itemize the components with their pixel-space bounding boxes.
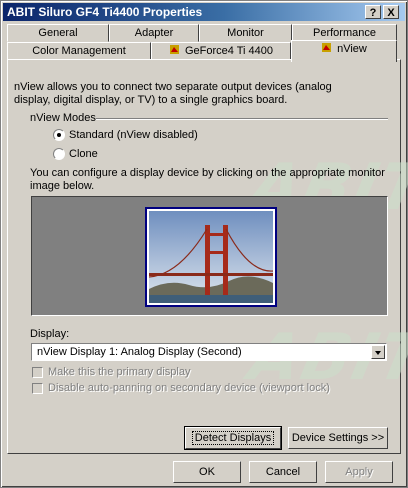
nvidia-icon xyxy=(169,45,179,54)
clone-radio-label[interactable]: Clone xyxy=(69,148,98,160)
monitor-preview-area xyxy=(31,196,388,316)
display-select-value: nView Display 1: Analog Display (Second) xyxy=(37,346,242,358)
configure-text-line1: You can configure a display device by cl… xyxy=(30,167,385,179)
modes-divider xyxy=(96,118,388,120)
device-settings-button[interactable]: Device Settings >> xyxy=(288,427,388,449)
apply-button[interactable]: Apply xyxy=(325,461,393,483)
primary-display-checkbox[interactable] xyxy=(32,367,43,378)
window-title: ABIT Siluro GF4 Ti4400 Properties xyxy=(7,5,203,19)
chevron-down-icon[interactable] xyxy=(371,345,385,359)
display-select[interactable]: nView Display 1: Analog Display (Second) xyxy=(31,343,387,361)
bridge-picture xyxy=(149,211,273,303)
tab-adapter[interactable]: Adapter xyxy=(109,24,199,42)
monitor-image[interactable] xyxy=(145,207,277,307)
tab-color-management[interactable]: Color Management xyxy=(7,42,151,60)
standard-radio[interactable] xyxy=(53,129,65,141)
tab-geforce-label: GeForce4 Ti 4400 xyxy=(184,45,274,57)
title-bar[interactable]: ABIT Siluro GF4 Ti4400 Properties ? X xyxy=(3,3,405,21)
intro-text-line2: display, digital display, or TV) to a si… xyxy=(14,94,288,106)
detect-displays-label: Detect Displays xyxy=(191,431,275,445)
autopan-label: Disable auto-panning on secondary device… xyxy=(48,382,330,394)
autopan-checkbox[interactable] xyxy=(32,383,43,394)
detect-displays-button[interactable]: Detect Displays xyxy=(184,426,282,450)
tab-monitor[interactable]: Monitor xyxy=(199,24,292,42)
tab-row-front: Color Management GeForce4 Ti 4400 nView xyxy=(7,40,401,62)
tab-nview[interactable]: nView xyxy=(291,40,397,62)
properties-window: ABIT Siluro GF4 Ti4400 Properties ? X Ge… xyxy=(0,0,408,488)
intro-text-line1: nView allows you to connect two separate… xyxy=(14,81,332,93)
help-button[interactable]: ? xyxy=(365,5,381,19)
clone-radio[interactable] xyxy=(53,148,65,160)
configure-text-line2: image below. xyxy=(30,180,95,192)
primary-display-label: Make this the primary display xyxy=(48,366,191,378)
close-button[interactable]: X xyxy=(383,5,399,19)
ok-button[interactable]: OK xyxy=(173,461,241,483)
tab-general[interactable]: General xyxy=(7,24,109,42)
display-label: Display: xyxy=(30,328,70,340)
tab-nview-label: nView xyxy=(337,43,367,55)
nview-modes-label: nView Modes xyxy=(30,112,96,124)
tab-geforce[interactable]: GeForce4 Ti 4400 xyxy=(151,42,291,60)
cancel-button[interactable]: Cancel xyxy=(249,461,317,483)
standard-radio-label[interactable]: Standard (nView disabled) xyxy=(69,129,198,141)
nview-icon xyxy=(322,43,332,52)
